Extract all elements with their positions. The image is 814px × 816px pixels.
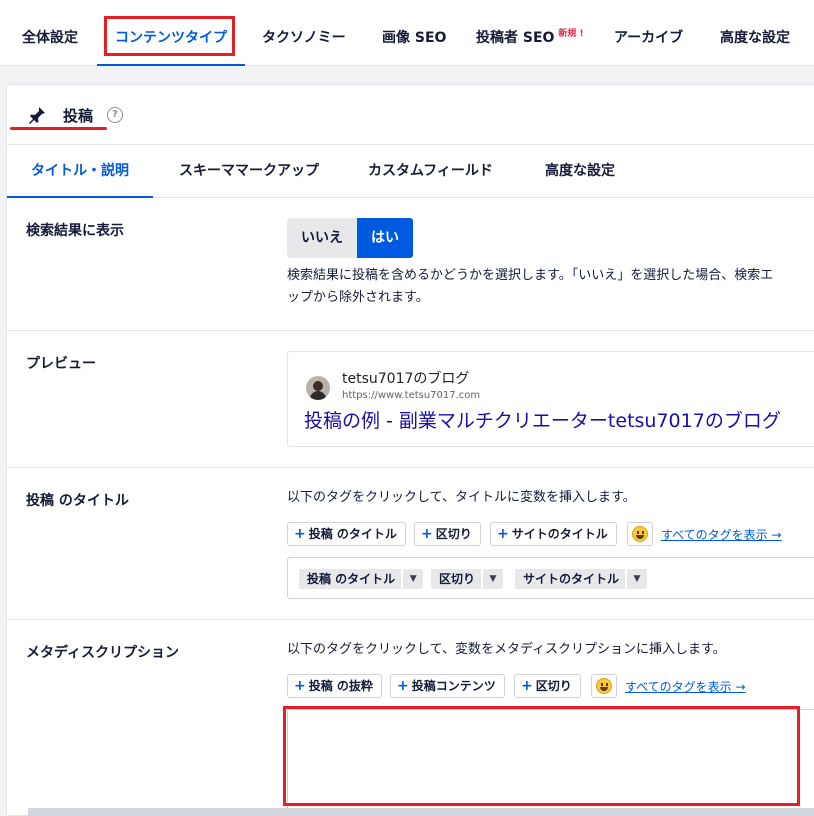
new-badge: 新規 ! — [558, 29, 584, 39]
tab-taxonomies[interactable]: タクソノミー — [262, 0, 346, 66]
subtab-schema-markup[interactable]: スキーママークアップ — [155, 145, 343, 198]
horizontal-scrollbar[interactable] — [28, 808, 814, 816]
divider — [7, 330, 814, 331]
preview-label: プレビュー — [26, 356, 96, 372]
search-results-description-line2: ップから除外されます。 — [287, 290, 429, 305]
subtab-title-description[interactable]: タイトル・説明 — [7, 145, 153, 198]
show-all-tags-link[interactable]: すべてのタグを表示 → — [661, 526, 782, 543]
subtab-custom-fields[interactable]: カスタムフィールド — [344, 145, 517, 198]
toggle-no-button[interactable]: いいえ — [287, 218, 357, 258]
chevron-down-icon[interactable]: ▼ — [401, 569, 423, 589]
search-results-label: 検索結果に表示 — [26, 223, 124, 239]
tab-author-seo[interactable]: 投稿者 SEO 新規 ! — [476, 0, 584, 66]
smiley-icon — [632, 526, 648, 542]
insert-tag-separator-button[interactable]: + 区切り — [414, 522, 481, 546]
pin-icon — [29, 107, 45, 124]
meta-description-help: 以下のタグをクリックして、変数をメタディスクリプションに挿入します。 — [287, 642, 726, 657]
insert-tag-post-title-button[interactable]: + 投稿 のタイトル — [287, 522, 406, 546]
post-title-description: 以下のタグをクリックして、タイトルに変数を挿入します。 — [287, 490, 636, 505]
sub-tab-bar: タイトル・説明 スキーママークアップ カスタムフィールド 高度な設定 — [7, 145, 814, 198]
chevron-down-icon[interactable]: ▼ — [625, 569, 647, 589]
emoji-picker-button[interactable] — [591, 674, 617, 698]
search-results-toggle: いいえ はい — [287, 218, 413, 258]
insert-tag-site-title-button[interactable]: + サイトのタイトル — [490, 522, 617, 546]
chip-site-title[interactable]: サイトのタイトル ▼ — [515, 569, 648, 589]
annotation-underline-post — [10, 127, 107, 130]
search-results-description-line1: 検索結果に投稿を含めるかどうかを選択します。「いいえ」を選択した場合、検索エ — [287, 268, 774, 283]
show-all-tags-link[interactable]: すべてのタグを表示 → — [625, 678, 746, 695]
divider — [7, 467, 814, 468]
card-title: 投稿 — [63, 107, 94, 125]
chip-post-title[interactable]: 投稿 のタイトル ▼ — [299, 569, 424, 589]
divider — [7, 619, 814, 620]
preview-site-url: https://www.tetsu7017.com — [342, 390, 481, 401]
meta-description-label: メタディスクリプション — [26, 645, 180, 661]
insert-tag-separator-button[interactable]: + 区切り — [514, 674, 581, 698]
tab-advanced[interactable]: 高度な設定 — [720, 0, 790, 66]
help-icon[interactable]: ? — [107, 107, 123, 123]
annotation-box-meta-description — [283, 706, 800, 806]
insert-tag-post-excerpt-button[interactable]: + 投稿 の抜粋 — [287, 674, 382, 698]
chevron-down-icon[interactable]: ▼ — [481, 569, 503, 589]
post-title-editor[interactable]: 投稿 のタイトル ▼ 区切り ▼ サイトのタイトル ▼ — [287, 557, 814, 599]
insert-tag-post-content-button[interactable]: + 投稿コンテンツ — [390, 674, 505, 698]
tab-author-seo-label: 投稿者 SEO — [476, 30, 555, 46]
tab-archives[interactable]: アーカイブ — [614, 0, 683, 66]
preview-title: 投稿の例 - 副業マルチクリエーターtetsu7017のブログ — [304, 410, 781, 432]
site-avatar — [306, 376, 330, 400]
smiley-icon — [596, 678, 612, 694]
tab-image-seo[interactable]: 画像 SEO — [382, 0, 446, 66]
card-header: 投稿 ? — [7, 85, 814, 145]
tab-general-settings[interactable]: 全体設定 — [22, 0, 78, 66]
subtab-advanced[interactable]: 高度な設定 — [521, 145, 639, 198]
toggle-yes-button[interactable]: はい — [357, 218, 413, 258]
chip-separator[interactable]: 区切り ▼ — [431, 569, 504, 589]
serp-preview: tetsu7017のブログ https://www.tetsu7017.com … — [287, 351, 814, 447]
annotation-box-content-types — [104, 16, 235, 56]
preview-site-name: tetsu7017のブログ — [342, 371, 470, 387]
post-title-label: 投稿 のタイトル — [26, 493, 129, 509]
emoji-picker-button[interactable] — [627, 522, 653, 546]
